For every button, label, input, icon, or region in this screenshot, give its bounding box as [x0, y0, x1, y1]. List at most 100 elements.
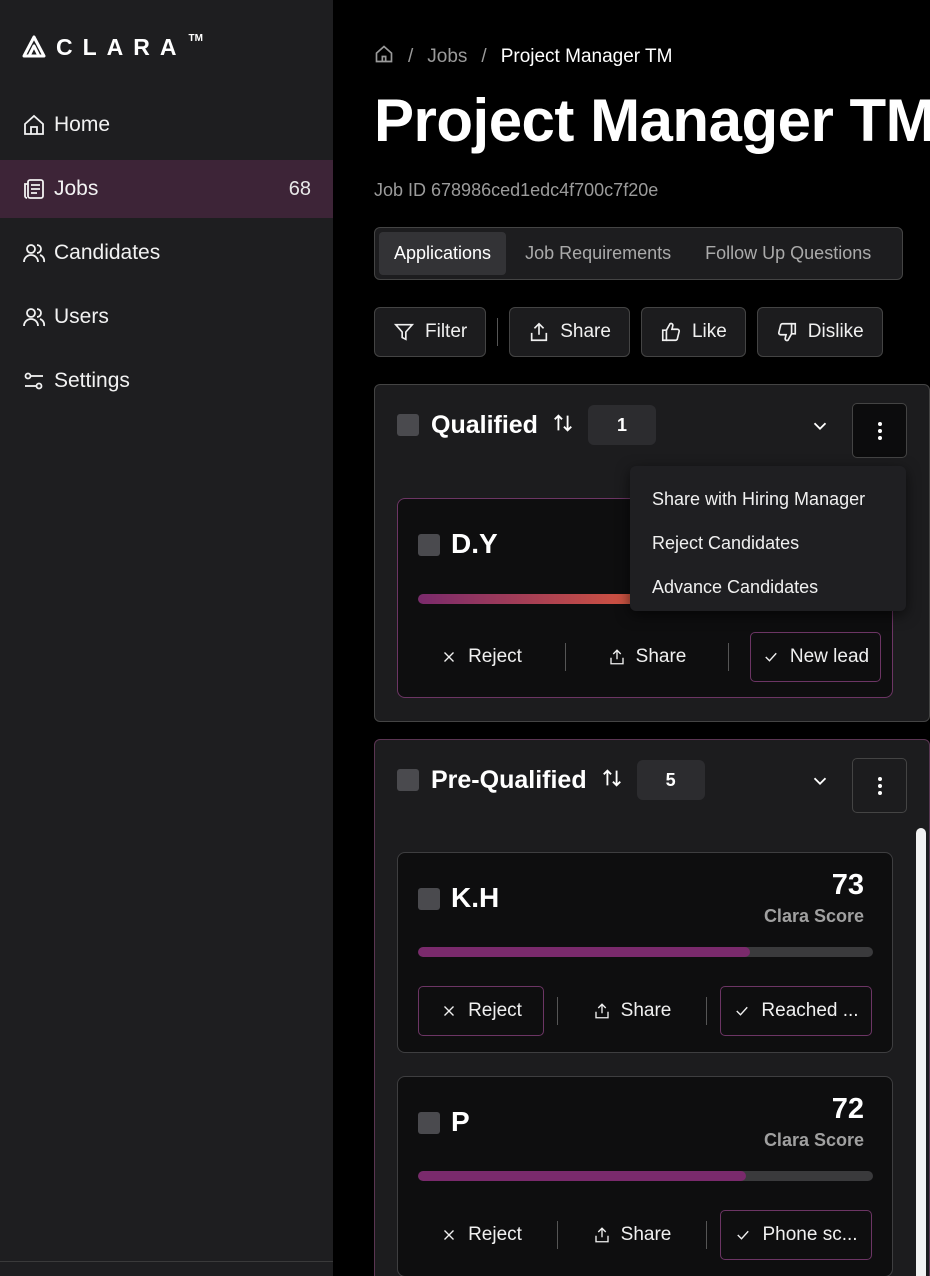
share-label: Share — [560, 321, 611, 342]
stage-actions-menu: Share with Hiring Manager Reject Candida… — [630, 466, 906, 611]
reject-button[interactable]: Reject — [418, 986, 544, 1036]
candidate-select-checkbox[interactable] — [418, 888, 440, 910]
chevron-down-icon — [813, 422, 827, 431]
scrollbar[interactable] — [916, 828, 926, 1276]
dislike-label: Dislike — [807, 321, 864, 342]
toolbar: Filter Share Like Dislike — [374, 307, 883, 357]
reject-label: Reject — [468, 646, 522, 667]
logo-text: CLARA — [56, 34, 187, 60]
sliders-icon — [24, 372, 43, 390]
main-content: / Jobs / Project Manager TM Project Mana… — [333, 0, 930, 1276]
reject-button[interactable]: Reject — [418, 1210, 544, 1260]
sidebar-item-label: Home — [54, 113, 111, 136]
status-label: Reached ... — [761, 1000, 859, 1021]
score-bar — [418, 1171, 873, 1181]
home-icon — [375, 45, 393, 63]
users-icon — [23, 308, 46, 327]
sidebar-item-settings[interactable]: Settings — [0, 352, 333, 410]
stage-menu-button[interactable] — [852, 758, 907, 813]
status-button[interactable]: Reached ... — [720, 986, 872, 1036]
stage-select-checkbox[interactable] — [397, 769, 419, 791]
breadcrumb-jobs[interactable]: Jobs — [427, 46, 467, 68]
reject-label: Reject — [468, 1224, 522, 1245]
collapse-button[interactable] — [809, 770, 831, 797]
filter-button[interactable]: Filter — [374, 307, 487, 357]
clara-logo-icon — [22, 35, 46, 57]
logo[interactable]: CLARA TM — [22, 33, 211, 61]
reject-button[interactable]: Reject — [418, 632, 544, 682]
stage-header: Pre-Qualified 5 — [397, 760, 705, 800]
check-icon — [765, 652, 777, 662]
action-divider — [706, 1221, 707, 1249]
sidebar-item-label: Jobs — [54, 177, 99, 200]
status-button[interactable]: New lead — [750, 632, 881, 682]
tab-applications[interactable]: Applications — [379, 232, 507, 275]
close-icon — [444, 652, 455, 662]
score-bar-fill — [418, 947, 751, 957]
collapse-button[interactable] — [809, 415, 831, 442]
breadcrumb-current: Project Manager TM — [500, 46, 673, 67]
stage-menu-button[interactable] — [852, 403, 907, 458]
share-button[interactable]: Share — [509, 307, 630, 357]
candidate-actions: Reject Share New lead — [418, 632, 881, 682]
close-icon — [444, 1230, 455, 1240]
toolbar-divider — [497, 318, 499, 346]
share-icon — [594, 1227, 609, 1243]
thumbs-up-icon — [661, 322, 681, 342]
menu-item-advance-candidates[interactable]: Advance Candidates — [630, 565, 906, 609]
stage-pre-qualified: Pre-Qualified 5 K.H 73 Clara Score Rejec… — [374, 739, 930, 1276]
stage-count-badge: 5 — [636, 760, 705, 800]
job-id: Job ID 678986ced1edc4f700c7f20e — [374, 180, 659, 200]
more-vertical-icon — [877, 421, 882, 440]
sidebar-divider — [0, 1261, 333, 1262]
sidebar-item-candidates[interactable]: Candidates — [0, 224, 333, 282]
share-icon — [594, 1003, 609, 1019]
share-candidate-button[interactable]: Share — [558, 1210, 706, 1260]
sort-arrows-icon — [554, 413, 572, 432]
sidebar-item-jobs[interactable]: Jobs 68 — [0, 160, 333, 218]
status-label: New lead — [789, 646, 870, 667]
reject-label: Reject — [468, 1000, 522, 1021]
stage-select-checkbox[interactable] — [397, 414, 419, 436]
sidebar-item-users[interactable]: Users — [0, 288, 333, 346]
share-icon — [531, 322, 548, 342]
home-icon — [24, 114, 44, 135]
candidate-select-checkbox[interactable] — [418, 534, 440, 556]
score-label: Clara Score — [763, 906, 864, 926]
share-candidate-button[interactable]: Share — [558, 986, 706, 1036]
status-label: Phone sc... — [762, 1224, 858, 1245]
share-candidate-button[interactable]: Share — [566, 632, 728, 682]
action-divider — [728, 643, 729, 671]
newspaper-icon — [24, 179, 44, 199]
score-bar — [418, 947, 873, 957]
menu-item-share-hiring-manager[interactable]: Share with Hiring Manager — [630, 477, 906, 521]
sidebar-item-home[interactable]: Home — [0, 96, 333, 154]
breadcrumb-home[interactable] — [374, 44, 394, 70]
candidate-actions: Reject Share Reached ... — [418, 986, 872, 1036]
stage-name: Pre-Qualified — [431, 765, 587, 794]
sort-button[interactable] — [587, 767, 623, 794]
score-value: 72 — [831, 1093, 864, 1125]
clara-score: 72 Clara Score — [764, 1093, 864, 1151]
like-button[interactable]: Like — [640, 307, 746, 357]
status-button[interactable]: Phone sc... — [720, 1210, 872, 1260]
stage-count-badge: 1 — [587, 405, 656, 445]
candidate-card[interactable]: P 72 Clara Score Reject Share Phone sc..… — [397, 1076, 893, 1276]
page-title: Project Manager TM — [374, 87, 930, 154]
sidebar: CLARA TM Home Jobs 68 Candidates Users S… — [0, 0, 333, 1276]
candidate-select-checkbox[interactable] — [418, 1112, 440, 1134]
breadcrumb: / Jobs / Project Manager TM — [374, 44, 672, 70]
stage-name: Qualified — [431, 410, 538, 439]
breadcrumb-separator: / — [481, 46, 487, 67]
score-bar-fill — [418, 1171, 746, 1181]
sort-button[interactable] — [538, 412, 574, 439]
jobs-count-badge: 68 — [288, 177, 311, 200]
sort-arrows-icon — [602, 768, 621, 787]
candidate-card[interactable]: K.H 73 Clara Score Reject Share Reached … — [397, 852, 893, 1053]
menu-item-reject-candidates[interactable]: Reject Candidates — [630, 521, 906, 565]
action-divider — [706, 997, 707, 1025]
tab-follow-up-questions[interactable]: Follow Up Questions — [690, 232, 886, 275]
check-icon — [737, 1230, 750, 1240]
dislike-button[interactable]: Dislike — [756, 307, 883, 357]
tab-job-requirements[interactable]: Job Requirements — [510, 232, 686, 275]
